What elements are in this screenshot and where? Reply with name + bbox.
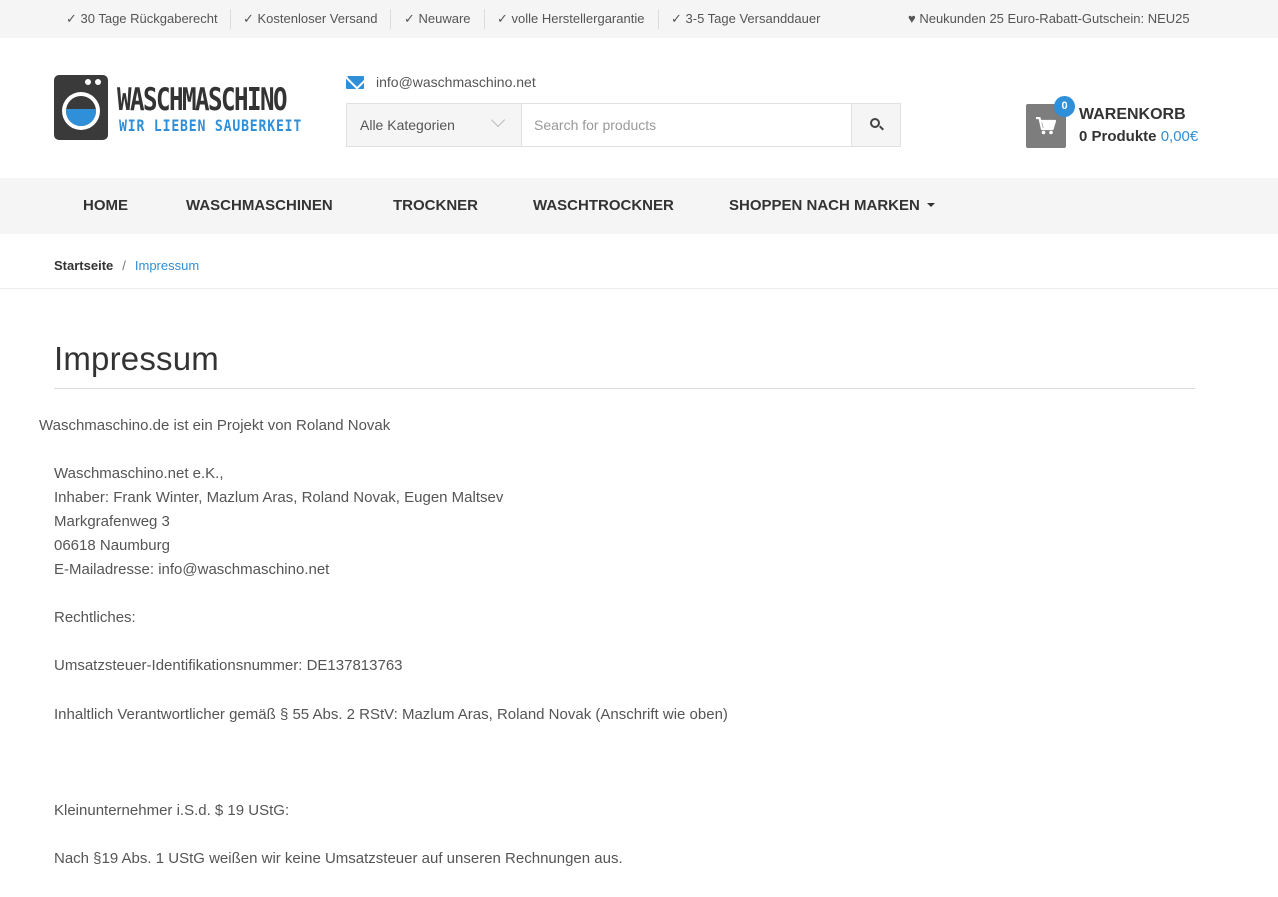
shopping-cart-icon [1036,117,1056,135]
nav-item-home[interactable]: HOME [83,197,128,214]
nav-item-brands[interactable]: SHOPPEN NACH MARKEN [729,197,935,214]
cart-title[interactable]: WARENKORB [1079,106,1186,124]
site-logo[interactable]: WASCHMASCHINO WIR LIEBEN SAUBERKEIT [54,74,306,142]
washing-machine-icon [54,75,108,140]
divider [0,288,1278,289]
logo-tagline: WIR LIEBEN SAUBERKEIT [119,116,303,135]
small-business-note: Nach §19 Abs. 1 UStG weißen wir keine Um… [54,850,623,867]
usp-divider [484,9,485,29]
usp-new: ✓ Neuware [404,11,471,26]
company-street: Markgrafenweg 3 [54,513,170,530]
caret-down-icon [926,203,935,207]
company-name: Waschmaschino.net e.K., [54,465,224,482]
breadcrumb-separator: / [122,258,126,273]
search-button[interactable] [851,104,900,146]
chevron-down-icon [490,112,506,128]
responsible-person: Inhaltlich Verantwortlicher gemäß § 55 A… [54,706,728,723]
small-business-heading: Kleinunternehmer i.S.d. $ 19 UStG: [54,802,290,819]
usp-divider [230,9,231,29]
divider [54,388,1195,389]
company-email: E-Mailadresse: info@waschmaschino.net [54,561,330,578]
envelope-icon [346,76,364,89]
nav-item-trockner[interactable]: TROCKNER [393,197,478,214]
nav-item-waschmaschinen[interactable]: WASCHMASCHINEN [186,197,333,214]
category-select[interactable]: Alle Kategorien [347,104,522,146]
nav-item-brands-label: SHOPPEN NACH MARKEN [729,197,920,214]
usp-returns: ✓ 30 Tage Rückgaberecht [66,11,218,26]
cart-price: 0,00€ [1160,128,1199,145]
breadcrumb-current: Impressum [134,258,200,273]
usp-warranty: ✓ volle Herstellergarantie [497,11,645,26]
usp-divider [390,9,391,29]
category-select-label: Alle Kategorien [360,117,455,133]
usp-delivery: ✓ 3-5 Tage Versanddauer [671,11,821,26]
nav-item-waschtrockner[interactable]: WASCHTROCKNER [533,197,674,214]
page-title: Impressum [54,340,219,377]
legal-heading: Rechtliches: [54,609,136,626]
breadcrumb-home[interactable]: Startseite [54,258,113,273]
intro-text: Waschmaschino.de ist ein Projekt von Rol… [39,417,391,434]
promo-coupon: ♥ Neukunden 25 Euro-Rabatt-Gutschein: NE… [908,11,1190,26]
logo-title: WASCHMASCHINO [117,82,288,118]
cart-count-badge: 0 [1054,96,1075,117]
usp-shipping: ✓ Kostenloser Versand [243,11,378,26]
main-nav: HOME WASCHMASCHINEN TROCKNER WASCHTROCKN… [0,178,1278,234]
search-input[interactable] [522,104,851,146]
usp-divider [658,9,659,29]
breadcrumb: Startseite / Impressum [54,258,199,273]
company-owners: Inhaber: Frank Winter, Mazlum Aras, Rola… [54,489,504,506]
cart-summary: 0 Produkte 0,00€ [1079,128,1198,145]
contact-email[interactable]: info@waschmaschino.net [376,74,536,90]
vat-id: Umsatzsteuer-Identifikationsnummer: DE13… [54,657,403,674]
search-bar: Alle Kategorien [346,103,901,147]
top-bar: ✓ 30 Tage Rückgaberecht ✓ Kostenloser Ve… [0,0,1278,38]
cart-products: 0 Produkte [1079,128,1157,145]
company-city: 06618 Naumburg [54,537,170,554]
